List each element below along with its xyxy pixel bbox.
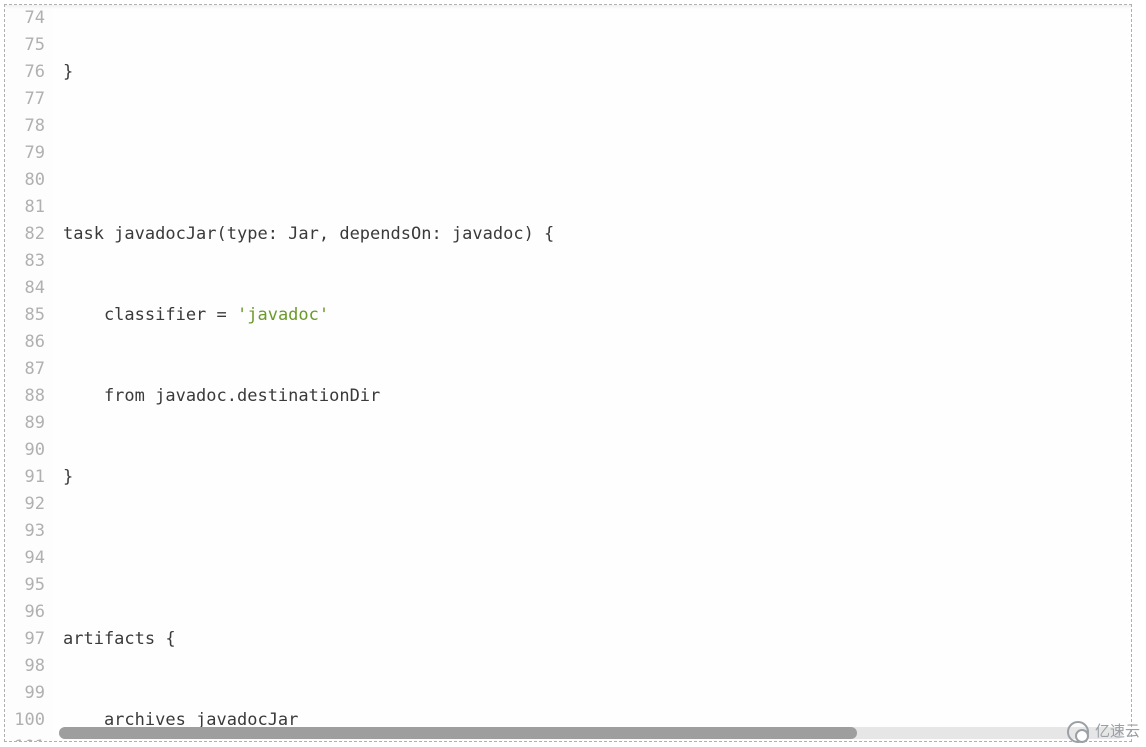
line-number: 89 bbox=[5, 410, 53, 437]
watermark-text: 亿速云 bbox=[1095, 718, 1140, 745]
code-line: classifier = 'javadoc' bbox=[63, 302, 1131, 329]
line-number-gutter: 7475767778798081828384858687888990919293… bbox=[5, 5, 53, 741]
line-number: 94 bbox=[5, 545, 53, 572]
line-number: 88 bbox=[5, 383, 53, 410]
line-number: 97 bbox=[5, 626, 53, 653]
line-number: 99 bbox=[5, 680, 53, 707]
code-line: from javadoc.destinationDir bbox=[63, 383, 1131, 410]
code-editor-frame: 7475767778798081828384858687888990919293… bbox=[4, 4, 1132, 742]
line-number: 101 bbox=[5, 734, 53, 742]
code-line: } bbox=[63, 59, 1131, 86]
line-number: 74 bbox=[5, 5, 53, 32]
line-number: 81 bbox=[5, 194, 53, 221]
line-number: 77 bbox=[5, 86, 53, 113]
code-area: } task javadocJar(type: Jar, dependsOn: … bbox=[53, 5, 1131, 741]
line-number: 85 bbox=[5, 302, 53, 329]
scrollbar-thumb[interactable] bbox=[59, 727, 857, 739]
line-number: 95 bbox=[5, 572, 53, 599]
line-number: 93 bbox=[5, 518, 53, 545]
line-number: 96 bbox=[5, 599, 53, 626]
code-line: artifacts { bbox=[63, 626, 1131, 653]
code-line bbox=[63, 140, 1131, 167]
line-number: 75 bbox=[5, 32, 53, 59]
line-number: 84 bbox=[5, 275, 53, 302]
line-number: 82 bbox=[5, 221, 53, 248]
editor: 7475767778798081828384858687888990919293… bbox=[5, 5, 1131, 741]
line-number: 80 bbox=[5, 167, 53, 194]
code-line: task javadocJar(type: Jar, dependsOn: ja… bbox=[63, 221, 1131, 248]
code-line: } bbox=[63, 464, 1131, 491]
line-number: 79 bbox=[5, 140, 53, 167]
line-number: 92 bbox=[5, 491, 53, 518]
line-number: 98 bbox=[5, 653, 53, 680]
horizontal-scrollbar[interactable] bbox=[59, 727, 1123, 739]
line-number: 78 bbox=[5, 113, 53, 140]
line-number: 83 bbox=[5, 248, 53, 275]
line-number: 91 bbox=[5, 464, 53, 491]
watermark: 亿速云 bbox=[1067, 718, 1140, 745]
code-line bbox=[63, 545, 1131, 572]
line-number: 90 bbox=[5, 437, 53, 464]
line-number: 87 bbox=[5, 356, 53, 383]
line-number: 76 bbox=[5, 59, 53, 86]
line-number: 100 bbox=[5, 707, 53, 734]
line-number: 86 bbox=[5, 329, 53, 356]
watermark-logo-icon bbox=[1067, 721, 1089, 743]
